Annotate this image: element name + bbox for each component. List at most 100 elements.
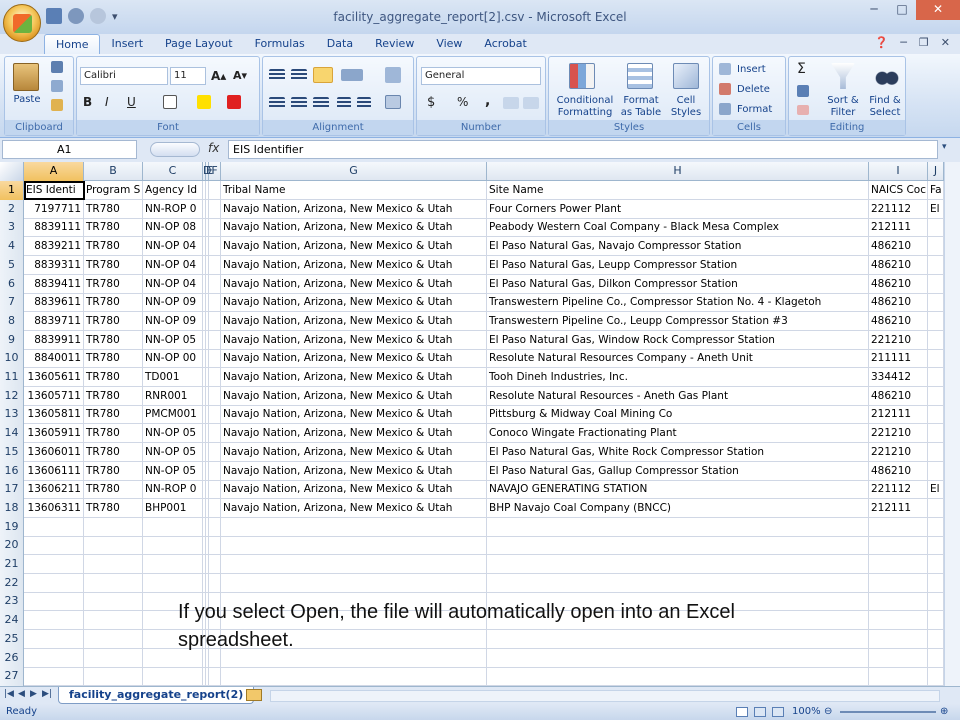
table-cell[interactable]: 8839611 xyxy=(24,293,84,313)
column-header-h[interactable]: H xyxy=(487,162,869,181)
table-cell[interactable]: Navajo Nation, Arizona, New Mexico & Uta… xyxy=(221,349,487,369)
grid-cell[interactable] xyxy=(209,442,221,462)
table-cell[interactable] xyxy=(221,667,487,686)
align-middle-icon[interactable] xyxy=(291,69,307,81)
sort-filter-icon[interactable] xyxy=(831,63,855,89)
next-sheet-icon[interactable]: ▶ xyxy=(30,689,37,699)
borders-icon[interactable] xyxy=(163,95,177,109)
decrease-decimal-icon[interactable] xyxy=(523,97,539,109)
table-cell[interactable]: TR780 xyxy=(84,218,143,238)
table-cell[interactable] xyxy=(487,555,869,574)
grid-cell[interactable] xyxy=(209,461,221,481)
table-cell[interactable]: TR780 xyxy=(84,498,143,518)
find-select-button[interactable]: Find & Select xyxy=(865,95,905,119)
header-cell[interactable]: Program S xyxy=(84,181,143,200)
table-cell[interactable]: NAVAJO GENERATING STATION xyxy=(487,480,869,500)
table-cell[interactable]: Navajo Nation, Arizona, New Mexico & Uta… xyxy=(221,218,487,238)
wrap-text-icon[interactable] xyxy=(385,67,401,83)
table-cell[interactable]: NN-ROP 0 xyxy=(143,199,203,219)
currency-button[interactable]: $ xyxy=(427,95,435,110)
table-cell[interactable]: NN-OP 05 xyxy=(143,424,203,444)
table-cell[interactable] xyxy=(221,555,487,574)
table-cell[interactable]: TD001 xyxy=(143,368,203,387)
table-cell[interactable] xyxy=(84,629,143,649)
table-cell[interactable] xyxy=(869,555,928,574)
first-sheet-icon[interactable]: |◀ xyxy=(4,689,14,699)
table-cell[interactable]: Navajo Nation, Arizona, New Mexico & Uta… xyxy=(221,237,487,257)
row-header[interactable]: 16 xyxy=(0,461,24,481)
table-cell[interactable]: 486210 xyxy=(869,237,928,257)
merge-center-icon[interactable] xyxy=(385,95,401,109)
table-cell[interactable]: TR780 xyxy=(84,330,143,350)
spreadsheet-grid[interactable]: ABCDEFGHIJ 1 EIS Identi Program S Agency Id… xyxy=(0,162,944,686)
grow-font-button[interactable]: A▴ xyxy=(211,69,226,83)
table-cell[interactable]: 486210 xyxy=(869,311,928,331)
shrink-font-button[interactable]: A▾ xyxy=(233,69,247,82)
row-header[interactable]: 6 xyxy=(0,274,24,294)
row-header[interactable]: 20 xyxy=(0,536,24,556)
table-cell[interactable] xyxy=(84,555,143,574)
table-cell[interactable] xyxy=(869,517,928,537)
sort-filter-button[interactable]: Sort & Filter xyxy=(823,95,863,119)
table-cell[interactable]: Navajo Nation, Arizona, New Mexico & Uta… xyxy=(221,480,487,500)
row-header[interactable]: 19 xyxy=(0,517,24,537)
table-cell[interactable]: BHP Navajo Coal Company (BNCC) xyxy=(487,498,869,518)
table-cell[interactable] xyxy=(24,536,84,556)
grid-cell[interactable] xyxy=(209,536,221,556)
table-cell[interactable] xyxy=(24,611,84,631)
table-cell[interactable] xyxy=(143,536,203,556)
conditional-formatting-icon[interactable] xyxy=(569,63,595,89)
table-cell[interactable]: Navajo Nation, Arizona, New Mexico & Uta… xyxy=(221,311,487,331)
table-cell[interactable] xyxy=(84,536,143,556)
column-header-i[interactable]: I xyxy=(869,162,928,181)
row-header[interactable]: 23 xyxy=(0,592,24,612)
table-cell[interactable]: 8840011 xyxy=(24,349,84,369)
grid-cell[interactable] xyxy=(209,199,221,219)
table-cell[interactable] xyxy=(928,293,944,313)
table-cell[interactable] xyxy=(869,536,928,556)
table-cell[interactable]: 8839111 xyxy=(24,218,84,238)
grid-cell[interactable] xyxy=(209,517,221,537)
table-cell[interactable] xyxy=(928,592,944,612)
font-size-select[interactable]: 11 xyxy=(170,67,206,85)
table-cell[interactable]: Transwestern Pipeline Co., Leupp Compres… xyxy=(487,311,869,331)
grid-cell[interactable] xyxy=(209,274,221,294)
table-cell[interactable]: TR780 xyxy=(84,368,143,387)
conditional-formatting-button[interactable]: Conditional Formatting xyxy=(553,95,617,119)
vertical-scrollbar[interactable] xyxy=(944,162,960,686)
align-top-icon[interactable] xyxy=(269,69,285,81)
table-cell[interactable]: TR780 xyxy=(84,442,143,462)
paste-icon[interactable] xyxy=(13,63,39,91)
row-header[interactable]: 14 xyxy=(0,424,24,444)
table-cell[interactable] xyxy=(928,629,944,649)
select-all-corner[interactable] xyxy=(0,162,24,181)
normal-view-icon[interactable] xyxy=(736,707,748,717)
tab-view[interactable]: View xyxy=(425,34,473,54)
table-cell[interactable]: 13606211 xyxy=(24,480,84,500)
cell-styles-icon[interactable] xyxy=(673,63,699,89)
last-sheet-icon[interactable]: ▶| xyxy=(42,689,52,699)
row-header[interactable]: 5 xyxy=(0,255,24,275)
header-cell[interactable]: NAICS Coc xyxy=(869,181,928,200)
cell-styles-button[interactable]: Cell Styles xyxy=(667,95,705,119)
table-cell[interactable] xyxy=(221,536,487,556)
grid-cell[interactable] xyxy=(209,424,221,444)
fill-color-icon[interactable] xyxy=(197,95,211,109)
table-cell[interactable]: TR780 xyxy=(84,237,143,257)
row-header[interactable]: 18 xyxy=(0,498,24,518)
table-cell[interactable]: TR780 xyxy=(84,293,143,313)
table-cell[interactable] xyxy=(24,667,84,686)
table-cell[interactable] xyxy=(928,349,944,369)
header-cell[interactable]: Site Name xyxy=(487,181,869,200)
insert-function-icon[interactable]: fx xyxy=(208,141,219,155)
table-cell[interactable] xyxy=(928,442,944,462)
table-cell[interactable]: 212111 xyxy=(869,218,928,238)
table-cell[interactable] xyxy=(84,517,143,537)
tab-page-layout[interactable]: Page Layout xyxy=(154,34,244,54)
grid-cell[interactable] xyxy=(209,311,221,331)
italic-button[interactable]: I xyxy=(105,95,109,109)
align-right-icon[interactable] xyxy=(313,97,329,109)
table-cell[interactable]: 334412 xyxy=(869,368,928,387)
table-cell[interactable] xyxy=(221,573,487,593)
grid-cell[interactable] xyxy=(209,293,221,313)
